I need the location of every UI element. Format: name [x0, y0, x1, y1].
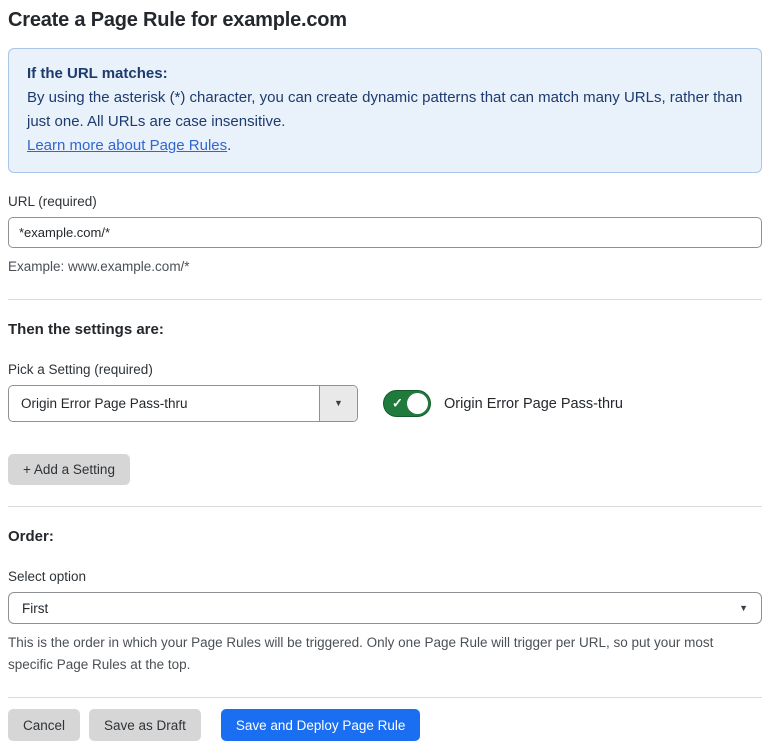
save-as-draft-button[interactable]: Save as Draft: [89, 709, 201, 741]
setting-toggle[interactable]: ✓: [383, 390, 431, 417]
divider: [8, 299, 762, 300]
url-field-label: URL (required): [8, 194, 97, 209]
cancel-button[interactable]: Cancel: [8, 709, 81, 741]
setting-select[interactable]: Origin Error Page Pass-thru ▼: [8, 385, 358, 422]
chevron-down-icon: ▼: [739, 602, 748, 613]
page-rule-form: Create a Page Rule for example.com If th…: [0, 0, 770, 753]
link-period: .: [227, 137, 232, 154]
url-example-text: Example: www.example.com/*: [8, 259, 190, 274]
pick-setting-label: Pick a Setting (required): [8, 362, 153, 377]
url-match-info-box: If the URL matches: By using the asteris…: [8, 48, 762, 173]
order-select-value: First: [22, 600, 49, 616]
learn-more-link[interactable]: Learn more about Page Rules: [27, 137, 227, 154]
info-box-heading: If the URL matches:: [27, 65, 168, 82]
save-and-deploy-button[interactable]: Save and Deploy Page Rule: [220, 709, 421, 741]
order-section-heading: Order:: [8, 528, 54, 545]
info-box-link-line: Learn more about Page Rules.: [27, 134, 743, 158]
order-select[interactable]: First ▼: [8, 592, 762, 624]
add-setting-button[interactable]: + Add a Setting: [8, 454, 130, 485]
check-icon: ✓: [392, 395, 403, 411]
divider: [8, 697, 762, 698]
page-title: Create a Page Rule for example.com: [8, 9, 347, 31]
footer-actions: Cancel Save as Draft Save and Deploy Pag…: [8, 709, 762, 753]
settings-section-heading: Then the settings are:: [8, 321, 164, 338]
toggle-knob: [407, 393, 428, 414]
setting-select-arrow-button[interactable]: ▼: [319, 386, 357, 421]
divider: [8, 506, 762, 507]
chevron-down-icon: ▼: [334, 398, 343, 408]
order-help-text: This is the order in which your Page Rul…: [8, 635, 714, 672]
toggle-label: Origin Error Page Pass-thru: [444, 395, 623, 412]
setting-select-value: Origin Error Page Pass-thru: [21, 396, 188, 411]
url-input[interactable]: [8, 217, 762, 248]
info-box-body: By using the asterisk (*) character, you…: [27, 89, 743, 130]
order-select-label: Select option: [8, 569, 87, 584]
setting-row: Origin Error Page Pass-thru ▼ ✓ Origin E…: [8, 385, 762, 422]
